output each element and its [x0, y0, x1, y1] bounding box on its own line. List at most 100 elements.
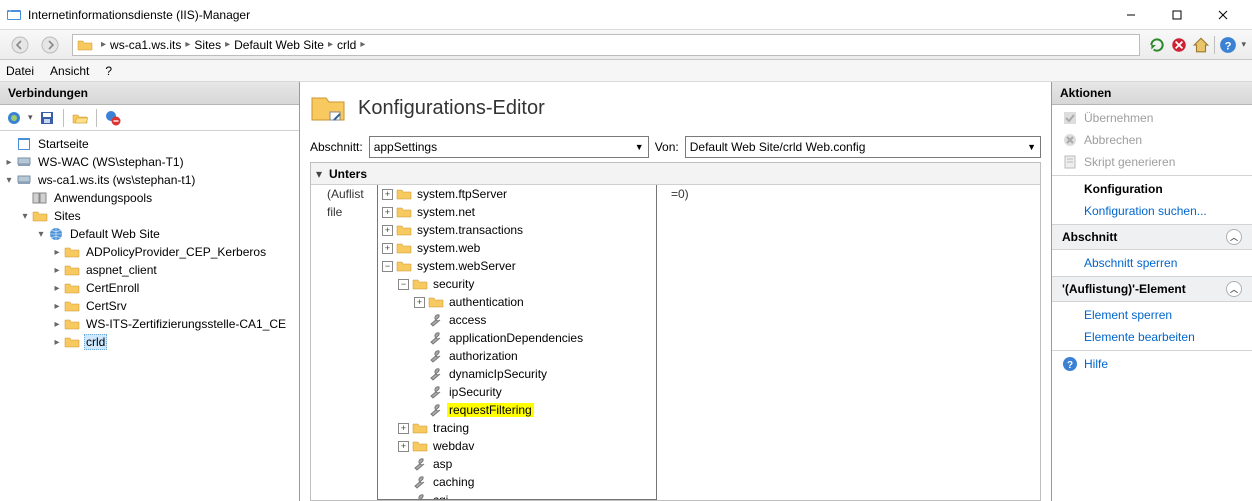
dropdown-item[interactable]: access [378, 311, 656, 329]
window-title: Internetinformationsdienste (IIS)-Manage… [28, 8, 1108, 22]
menu-view[interactable]: Ansicht [50, 64, 89, 78]
action-config-header: Konfiguration [1052, 178, 1252, 200]
tree-wswac[interactable]: ▸WS-WAC (WS\stephan-T1) [2, 153, 297, 171]
action-genscript: Skript generieren [1052, 151, 1252, 173]
folder-icon [64, 244, 80, 260]
dropdown-item[interactable]: −security [378, 275, 656, 293]
dropdown-item[interactable]: asp [378, 455, 656, 473]
menu-bar: Datei Ansicht ? [0, 60, 1252, 82]
tree-crld[interactable]: ▸crld [2, 333, 297, 351]
window-close-button[interactable] [1200, 1, 1246, 29]
action-help[interactable]: ?Hilfe [1052, 353, 1252, 375]
dropdown-item[interactable]: dynamicIpSecurity [378, 365, 656, 383]
chevron-down-icon: ▼ [1027, 142, 1036, 152]
folder-icon [32, 208, 48, 224]
section-combobox[interactable]: appSettings ▼ [369, 136, 649, 158]
action-lockelem[interactable]: Element sperren [1052, 304, 1252, 326]
collapse-button[interactable]: ︿ [1226, 229, 1242, 245]
property-grid: ▾ Unters (Auflist =0) file +system.ftpSe… [310, 162, 1041, 501]
dropdown-item[interactable]: ipSecurity [378, 383, 656, 401]
breadcrumb[interactable]: ▸ ws-ca1.ws.its ▸ Sites ▸ Default Web Si… [72, 34, 1140, 56]
breadcrumb-sep: ▸ [101, 39, 106, 50]
help-button[interactable]: ? [1219, 36, 1237, 54]
tree-certsrv[interactable]: ▸CertSrv [2, 297, 297, 315]
open-folder-icon[interactable] [72, 110, 88, 126]
iis-app-icon [6, 7, 22, 23]
tree-defaultsite[interactable]: ▾Default Web Site [2, 225, 297, 243]
window-maximize-button[interactable] [1154, 1, 1200, 29]
window-minimize-button[interactable] [1108, 1, 1154, 29]
dropdown-item[interactable]: cgi [378, 491, 656, 500]
connections-tree: Startseite ▸WS-WAC (WS\stephan-T1) ▾ws-c… [0, 131, 299, 501]
nav-forward-button[interactable] [36, 33, 64, 57]
action-editelem[interactable]: Elemente bearbeiten [1052, 326, 1252, 348]
action-apply: Übernehmen [1052, 107, 1252, 129]
dropdown-item[interactable]: caching [378, 473, 656, 491]
tree-wsits[interactable]: ▸WS-ITS-Zertifizierungsstelle-CA1_CE [2, 315, 297, 333]
collapse-button[interactable]: ︿ [1226, 281, 1242, 297]
config-editor-icon [310, 90, 346, 126]
action-cancel: Abbrechen [1052, 129, 1252, 151]
actions-title: Aktionen [1052, 82, 1252, 105]
dropdown-item[interactable]: applicationDependencies [378, 329, 656, 347]
from-combobox[interactable]: Default Web Site/crld Web.config ▼ [685, 136, 1041, 158]
svg-text:?: ? [1225, 40, 1232, 52]
collapse-toggle[interactable]: ▾ [311, 167, 327, 181]
connections-title: Verbindungen [0, 82, 299, 105]
action-section-header: Abschnitt︿ [1052, 224, 1252, 250]
refresh-button[interactable] [1148, 36, 1166, 54]
help-icon: ? [1062, 356, 1078, 372]
delete-connection-icon[interactable] [105, 110, 121, 126]
tree-apppools[interactable]: Anwendungspools [2, 189, 297, 207]
apply-icon [1062, 110, 1078, 126]
dropdown-item[interactable]: +system.transactions [378, 221, 656, 239]
dropdown-item[interactable]: +system.web [378, 239, 656, 257]
globe-icon [48, 226, 64, 242]
action-searchconfig[interactable]: Konfiguration suchen... [1052, 200, 1252, 222]
dropdown-item[interactable]: +webdav [378, 437, 656, 455]
window-titlebar: Internetinformationsdienste (IIS)-Manage… [0, 0, 1252, 30]
home-icon[interactable] [1192, 36, 1210, 54]
breadcrumb-item-defaultsite[interactable]: Default Web Site [234, 38, 324, 52]
server-icon [16, 172, 32, 188]
connections-toolbar: ▾ [0, 105, 299, 131]
server-icon [16, 154, 32, 170]
cancel-icon [1062, 132, 1078, 148]
page-title: Konfigurations-Editor [358, 97, 545, 120]
breadcrumb-item-crld[interactable]: crld [337, 38, 356, 52]
menu-file[interactable]: Datei [6, 64, 34, 78]
svg-text:?: ? [1067, 360, 1073, 371]
tree-aspnet[interactable]: ▸aspnet_client [2, 261, 297, 279]
action-locksection[interactable]: Abschnitt sperren [1052, 252, 1252, 274]
breadcrumb-item-server[interactable]: ws-ca1.ws.its [110, 38, 181, 52]
dropdown-item[interactable]: +system.ftpServer [378, 185, 656, 203]
from-label: Von: [655, 140, 679, 154]
feature-pane: Konfigurations-Editor Abschnitt: appSett… [300, 82, 1052, 501]
script-icon [1062, 154, 1078, 170]
tree-wsca1[interactable]: ▾ws-ca1.ws.its (ws\stephan-t1) [2, 171, 297, 189]
folder-icon [64, 298, 80, 314]
tree-certenroll[interactable]: ▸CertEnroll [2, 279, 297, 297]
apppool-icon [32, 190, 48, 206]
dropdown-item[interactable]: +authentication [378, 293, 656, 311]
dropdown-item[interactable]: authorization [378, 347, 656, 365]
navigation-bar: ▸ ws-ca1.ws.its ▸ Sites ▸ Default Web Si… [0, 30, 1252, 60]
folder-icon [64, 262, 80, 278]
action-collection-header: '(Auflistung)'-Element︿ [1052, 276, 1252, 302]
section-dropdown-panel: +system.ftpServer +system.net +system.tr… [377, 185, 657, 500]
dropdown-item-requestfiltering[interactable]: requestFiltering [378, 401, 656, 419]
nav-back-button[interactable] [6, 33, 34, 57]
folder-icon [64, 316, 80, 332]
dropdown-item[interactable]: +tracing [378, 419, 656, 437]
tree-sites[interactable]: ▾Sites [2, 207, 297, 225]
breadcrumb-item-sites[interactable]: Sites [194, 38, 221, 52]
connect-icon[interactable] [6, 110, 22, 126]
tree-start[interactable]: Startseite [2, 135, 297, 153]
dropdown-item[interactable]: +system.net [378, 203, 656, 221]
connections-panel: Verbindungen ▾ Startseite ▸WS-WAC (WS\st… [0, 82, 300, 501]
dropdown-item[interactable]: −system.webServer [378, 257, 656, 275]
tree-adpolicy[interactable]: ▸ADPolicyProvider_CEP_Kerberos [2, 243, 297, 261]
menu-help[interactable]: ? [105, 64, 112, 78]
save-icon[interactable] [39, 110, 55, 126]
stop-icon[interactable] [1170, 36, 1188, 54]
